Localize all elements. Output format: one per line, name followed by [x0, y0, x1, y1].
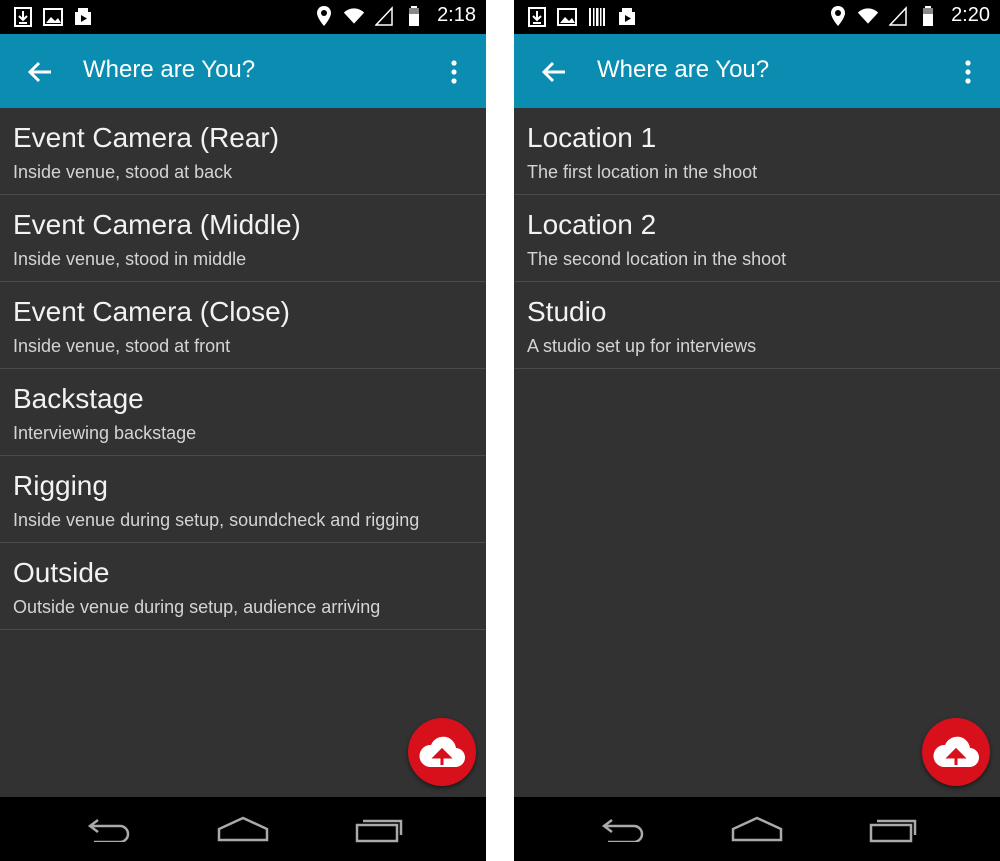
video-icon: [72, 6, 94, 28]
list-item[interactable]: Studio A studio set up for interviews: [514, 282, 1000, 369]
item-subtitle: The first location in the shoot: [527, 162, 758, 182]
item-subtitle: Inside venue during setup, soundcheck an…: [13, 510, 420, 530]
item-title: Event Camera (Rear): [13, 122, 280, 153]
battery-icon: [917, 5, 939, 27]
location-icon: [827, 5, 849, 27]
cloud-upload-icon: [933, 736, 979, 768]
nav-home-button[interactable]: [213, 809, 273, 849]
list-item[interactable]: Location 2 The second location in the sh…: [514, 195, 1000, 282]
nav-recents-icon: [869, 819, 917, 843]
wifi-icon: [857, 5, 879, 27]
cloud-upload-icon: [419, 736, 465, 768]
item-title: Backstage: [13, 383, 144, 414]
arrow-back-icon: [27, 61, 51, 83]
nav-back-icon: [601, 819, 644, 842]
list-item[interactable]: Location 1 The first location in the sho…: [514, 108, 1000, 195]
list-item[interactable]: Event Camera (Middle) Inside venue, stoo…: [0, 195, 486, 282]
item-title: Outside: [13, 557, 110, 588]
item-title: Location 2: [527, 209, 657, 240]
item-title: Event Camera (Close): [13, 296, 290, 327]
item-subtitle: Interviewing backstage: [13, 423, 197, 443]
nav-back-button[interactable]: [594, 809, 654, 849]
nav-back-icon: [87, 819, 130, 842]
app-bar: Where are You?: [514, 34, 1000, 108]
nav-recents-button[interactable]: [864, 809, 924, 849]
item-subtitle: Inside venue, stood in middle: [13, 249, 247, 269]
nav-home-icon: [731, 816, 783, 842]
upload-fab-button[interactable]: [922, 718, 990, 786]
video-icon: [616, 6, 638, 28]
nav-recents-button[interactable]: [350, 809, 410, 849]
location-icon: [313, 5, 335, 27]
item-title: Event Camera (Middle): [13, 209, 301, 240]
status-time: 2:20: [951, 4, 990, 26]
barcode-icon: [586, 6, 608, 28]
location-list: Location 1 The first location in the sho…: [514, 108, 1000, 369]
item-title: Location 1: [527, 122, 657, 153]
location-list: Event Camera (Rear) Inside venue, stood …: [0, 108, 486, 630]
overflow-menu-button[interactable]: [956, 54, 980, 90]
nav-recents-icon: [355, 819, 403, 843]
item-subtitle: A studio set up for interviews: [527, 336, 757, 356]
nav-back-button[interactable]: [80, 809, 140, 849]
more-vert-icon: [451, 60, 457, 84]
signal-icon: [887, 5, 909, 27]
item-subtitle: The second location in the shoot: [527, 249, 787, 269]
app-bar: Where are You?: [0, 34, 486, 108]
signal-icon: [373, 5, 395, 27]
status-time: 2:18: [437, 4, 476, 26]
status-bar: 2:18: [0, 0, 486, 34]
item-subtitle: Inside venue, stood at back: [13, 162, 233, 182]
phone-screen-left: 2:18 Where are You? Event Camera (Rear) …: [0, 0, 486, 861]
nav-bar: [514, 797, 1000, 861]
back-button[interactable]: [534, 52, 574, 92]
download-icon: [526, 6, 548, 28]
list-item[interactable]: Event Camera (Close) Inside venue, stood…: [0, 282, 486, 369]
page-title: Where are You?: [83, 56, 256, 83]
image-icon: [556, 6, 578, 28]
item-subtitle: Outside venue during setup, audience arr…: [13, 597, 381, 617]
nav-home-button[interactable]: [727, 809, 787, 849]
list-item[interactable]: Backstage Interviewing backstage: [0, 369, 486, 456]
item-title: Studio: [527, 296, 607, 327]
download-icon: [12, 6, 34, 28]
page-title: Where are You?: [597, 56, 770, 83]
list-item[interactable]: Outside Outside venue during setup, audi…: [0, 543, 486, 630]
battery-icon: [403, 5, 425, 27]
list-item[interactable]: Rigging Inside venue during setup, sound…: [0, 456, 486, 543]
phone-screen-right: 2:20 Where are You? Location 1 The first…: [514, 0, 1000, 861]
image-icon: [42, 6, 64, 28]
nav-bar: [0, 797, 486, 861]
wifi-icon: [343, 5, 365, 27]
overflow-menu-button[interactable]: [442, 54, 466, 90]
list-item[interactable]: Event Camera (Rear) Inside venue, stood …: [0, 108, 486, 195]
status-bar: 2:20: [514, 0, 1000, 34]
more-vert-icon: [965, 60, 971, 84]
arrow-back-icon: [541, 61, 565, 83]
back-button[interactable]: [20, 52, 60, 92]
item-title: Rigging: [13, 470, 108, 501]
upload-fab-button[interactable]: [408, 718, 476, 786]
nav-home-icon: [217, 816, 269, 842]
item-subtitle: Inside venue, stood at front: [13, 336, 231, 356]
